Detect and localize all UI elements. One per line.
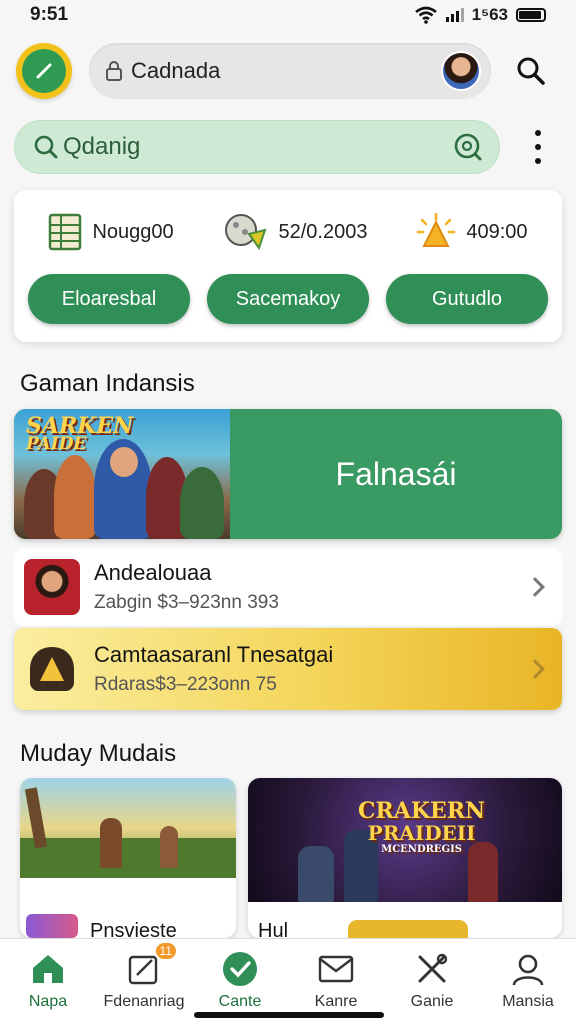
tab-label: Ganie [410, 993, 454, 1010]
notification-badge: 11 [155, 943, 176, 959]
stats-card: Nougg00 52/0.2003 409:00 Eloaresbal Sace… [14, 190, 562, 342]
list-item[interactable]: Andealouaa Zabgin $3–923nn 393 [14, 548, 562, 626]
status-time: 9:51 [30, 4, 69, 25]
search-icon[interactable] [515, 55, 547, 87]
avatar[interactable] [441, 51, 481, 91]
featured-game-art: SARKEN PAIDE [14, 409, 230, 539]
game-tile[interactable]: Pnsvieste [20, 778, 236, 938]
game-tile-label: Hul [258, 920, 289, 938]
ball-icon [224, 214, 267, 251]
list-item-highlighted[interactable]: Camtaasaranl Tnesatgai Rdaras$3–223onn 7… [14, 628, 562, 710]
warning-icon [24, 641, 80, 697]
stat-value: Nougg00 [92, 220, 174, 243]
game-tile-art [20, 778, 236, 878]
action-button-1[interactable]: Eloaresbal [28, 274, 190, 324]
camera-search-icon[interactable] [453, 132, 483, 162]
battery-icon [516, 8, 546, 22]
tab-mansia[interactable]: Mansia [480, 939, 576, 1024]
featured-label: Falnasái [335, 455, 457, 492]
action-button-3[interactable]: Gutudlo [386, 274, 548, 324]
app-logo-button[interactable] [16, 43, 72, 99]
status-signal-text: 1⁵63 [471, 5, 508, 24]
tab-label: Napa [28, 993, 68, 1010]
featured-art-title: SARKEN PAIDE [26, 413, 134, 454]
stat-item: 52/0.2003 [223, 212, 368, 252]
check-icon [220, 949, 260, 989]
tab-label: Mansia [502, 993, 554, 1010]
game-tile-label: Pnsvieste [90, 920, 177, 938]
tools-icon [412, 949, 452, 989]
mail-icon [316, 949, 356, 989]
tab-fdenanriag[interactable]: 11 Fdenanriag [96, 939, 192, 1024]
bell-icon [417, 212, 456, 247]
tab-label: Fdenanriag [103, 993, 185, 1010]
status-bar: 9:51 1⁵63 [0, 0, 576, 30]
signal-icon [445, 8, 464, 22]
home-icon [28, 949, 68, 989]
section-title: Muday Mudais [20, 740, 177, 767]
action-button-2[interactable]: Sacemakoy [207, 274, 369, 324]
lock-icon [106, 61, 122, 81]
status-icons: 1⁵63 [414, 5, 546, 25]
spreadsheet-icon [49, 213, 82, 251]
stat-value: 52/0.2003 [278, 220, 368, 243]
search-input[interactable]: Qdanig [63, 133, 453, 161]
section-title: Gaman Indansis [20, 370, 195, 397]
tab-label: Kanre [314, 993, 358, 1010]
game-tile[interactable]: CRAKERN PRAIDEII MCENDREGIS Hul [248, 778, 562, 938]
search-bar[interactable]: Qdanig [14, 120, 500, 174]
wifi-icon [414, 6, 437, 24]
address-text: Cadnada [131, 58, 221, 83]
profile-icon [508, 949, 548, 989]
search-icon [34, 135, 58, 159]
more-menu-icon[interactable] [528, 130, 548, 164]
address-bar[interactable]: Cadnada [89, 43, 491, 99]
pen-icon [22, 49, 66, 93]
list-item-thumbnail [24, 559, 80, 615]
tab-ganie[interactable]: Ganie [384, 939, 480, 1024]
game-tile-art-title: CRAKERN PRAIDEII MCENDREGIS [358, 798, 486, 855]
chevron-right-icon [525, 577, 545, 597]
stat-item: 409:00 [416, 212, 528, 252]
game-tile-thumbnail [26, 914, 78, 938]
list-item-title: Andealouaa [94, 560, 212, 585]
stat-value: 409:00 [466, 220, 528, 243]
home-indicator [194, 1012, 384, 1018]
tab-label: Cante [218, 993, 262, 1010]
list-item-subtitle: Zabgin $3–923nn 393 [94, 592, 279, 613]
stat-item: Nougg00 [48, 213, 174, 251]
list-item-title: Camtaasaranl Tnesatgai [94, 642, 334, 667]
tab-napa[interactable]: Napa [0, 939, 96, 1024]
game-tile-art: CRAKERN PRAIDEII MCENDREGIS [248, 778, 562, 902]
edit-icon: 11 [124, 943, 176, 989]
featured-banner[interactable]: SARKEN PAIDE Falnasái [14, 409, 562, 539]
chevron-right-icon [525, 659, 545, 679]
top-bar: Cadnada [16, 42, 560, 100]
game-tile-banner [348, 920, 468, 938]
list-item-subtitle: Rdaras$3–223onn 75 [94, 674, 277, 695]
